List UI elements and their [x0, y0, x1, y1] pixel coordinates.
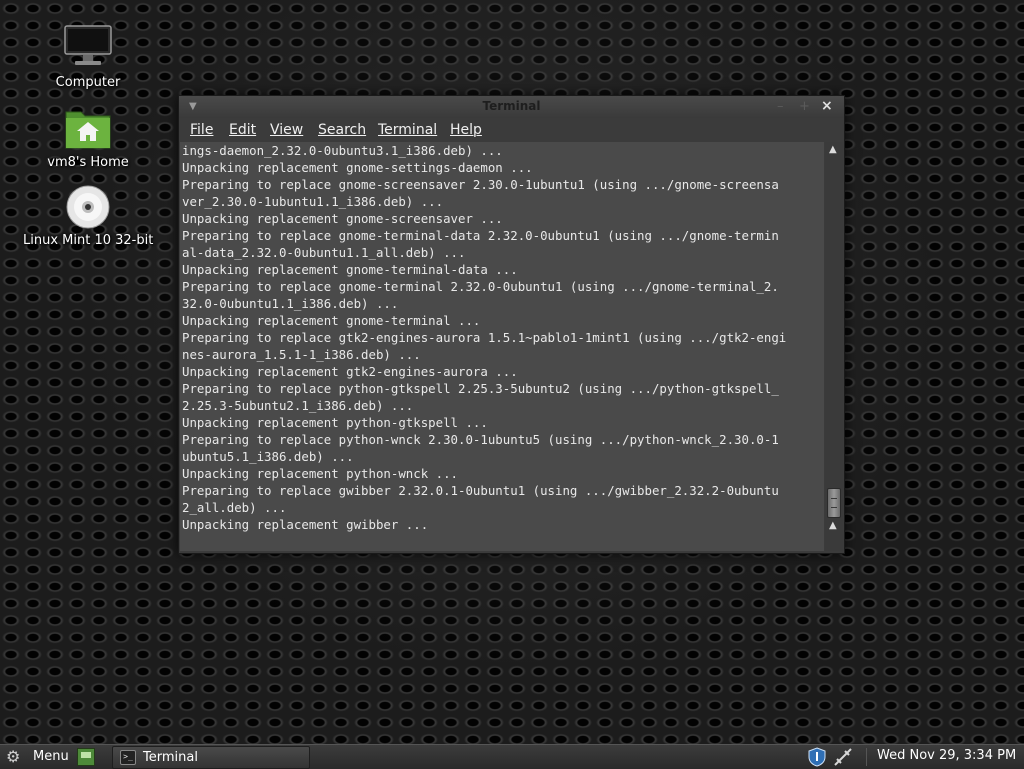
menu-search[interactable]: Search: [318, 122, 366, 138]
terminal-line: Unpacking replacement gnome-terminal-dat…: [182, 262, 518, 277]
terminal-line: Unpacking replacement gnome-screensaver …: [182, 211, 503, 226]
terminal-line: Preparing to replace gnome-screensaver 2…: [182, 177, 779, 192]
desktop-icon-home[interactable]: vm8's Home: [23, 106, 153, 170]
terminal-line: 2_all.deb) ...: [182, 500, 287, 515]
home-folder-icon: [65, 111, 111, 149]
terminal-icon: >_: [120, 750, 136, 765]
scrollbar-thumb[interactable]: [827, 488, 841, 518]
show-desktop-icon[interactable]: [77, 748, 95, 766]
minimize-icon[interactable]: –: [777, 99, 784, 114]
menubar: File Edit View Search Terminal Help: [179, 118, 844, 140]
menu-view[interactable]: View: [270, 122, 303, 138]
terminal-line: ubuntu5.1_i386.deb) ...: [182, 449, 354, 464]
scroll-up-arrow-icon[interactable]: ▲: [829, 144, 837, 155]
terminal-line: nes-aurora_1.5.1-1_i386.deb) ...: [182, 347, 421, 362]
update-manager-shield-icon[interactable]: [808, 747, 826, 767]
desktop-icon-label: Computer: [55, 75, 121, 90]
terminal-line: Unpacking replacement python-gtkspell ..…: [182, 415, 488, 430]
terminal-line: ver_2.30.0-1ubuntu1.1_i386.deb) ...: [182, 194, 444, 209]
terminal-line: ings-daemon_2.32.0-0ubuntu3.1_i386.deb) …: [182, 143, 503, 158]
terminal-line: Preparing to replace python-gtkspell 2.2…: [182, 381, 779, 396]
maximize-icon[interactable]: +: [799, 99, 810, 114]
terminal-line: Preparing to replace gtk2-engines-aurora…: [182, 330, 787, 345]
clock[interactable]: Wed Nov 29, 3:34 PM: [877, 748, 1016, 763]
desktop-icon-disc[interactable]: Linux Mint 10 32-bit: [23, 184, 153, 248]
computer-icon: [64, 25, 112, 65]
terminal-line: Unpacking replacement gwibber ...: [182, 517, 429, 532]
panel-separator: [866, 748, 867, 766]
close-icon[interactable]: ×: [821, 98, 833, 114]
desktop: Computer vm8's Home Linux Mint 10 32-bit…: [0, 0, 1024, 744]
taskbar-item-label: Terminal: [143, 750, 198, 765]
terminal-line: 32.0-0ubuntu1.1_i386.deb) ...: [182, 296, 399, 311]
network-icon[interactable]: [832, 746, 854, 768]
disc-icon: [66, 185, 110, 229]
vertical-scrollbar[interactable]: ▲ ▲: [825, 142, 843, 551]
mint-menu-icon: ⚙: [6, 747, 21, 766]
terminal-window[interactable]: ▼ Terminal – + × File Edit View Search T…: [178, 95, 845, 554]
desktop-icon-computer[interactable]: Computer: [23, 22, 153, 90]
terminal-line: 2.25.3-5ubuntu2.1_i386.deb) ...: [182, 398, 414, 413]
terminal-line: Unpacking replacement gnome-terminal ...: [182, 313, 481, 328]
menu-terminal[interactable]: Terminal: [378, 122, 437, 138]
menu-edit[interactable]: Edit: [229, 122, 256, 138]
menu-help[interactable]: Help: [450, 122, 482, 138]
terminal-line: Unpacking replacement python-wnck ...: [182, 466, 459, 481]
terminal-line: Preparing to replace gnome-terminal 2.32…: [182, 279, 779, 294]
bottom-panel: ⚙ Menu >_ Terminal Wed Nov 29, 3:34 PM: [0, 744, 1024, 769]
terminal-output-area[interactable]: ings-daemon_2.32.0-0ubuntu3.1_i386.deb) …: [180, 142, 824, 551]
terminal-line: Preparing to replace gwibber 2.32.0.1-0u…: [182, 483, 779, 498]
terminal-output: ings-daemon_2.32.0-0ubuntu3.1_i386.deb) …: [180, 142, 824, 533]
terminal-line: Unpacking replacement gnome-settings-dae…: [182, 160, 533, 175]
menu-file[interactable]: File: [190, 122, 213, 138]
terminal-line: Preparing to replace gnome-terminal-data…: [182, 228, 779, 243]
desktop-icon-label: Linux Mint 10 32-bit: [23, 233, 154, 248]
scroll-down-arrow-icon[interactable]: ▲: [829, 520, 837, 531]
terminal-line: Preparing to replace python-wnck 2.30.0-…: [182, 432, 779, 447]
menu-label: Menu: [33, 749, 69, 764]
window-titlebar[interactable]: ▼ Terminal – + ×: [179, 96, 844, 118]
desktop-icon-label: vm8's Home: [47, 155, 129, 170]
window-title: Terminal: [482, 99, 541, 113]
taskbar-item-terminal[interactable]: >_ Terminal: [112, 746, 310, 769]
terminal-line: al-data_2.32.0-0ubuntu1.1_all.deb) ...: [182, 245, 466, 260]
terminal-line: Unpacking replacement gtk2-engines-auror…: [182, 364, 518, 379]
